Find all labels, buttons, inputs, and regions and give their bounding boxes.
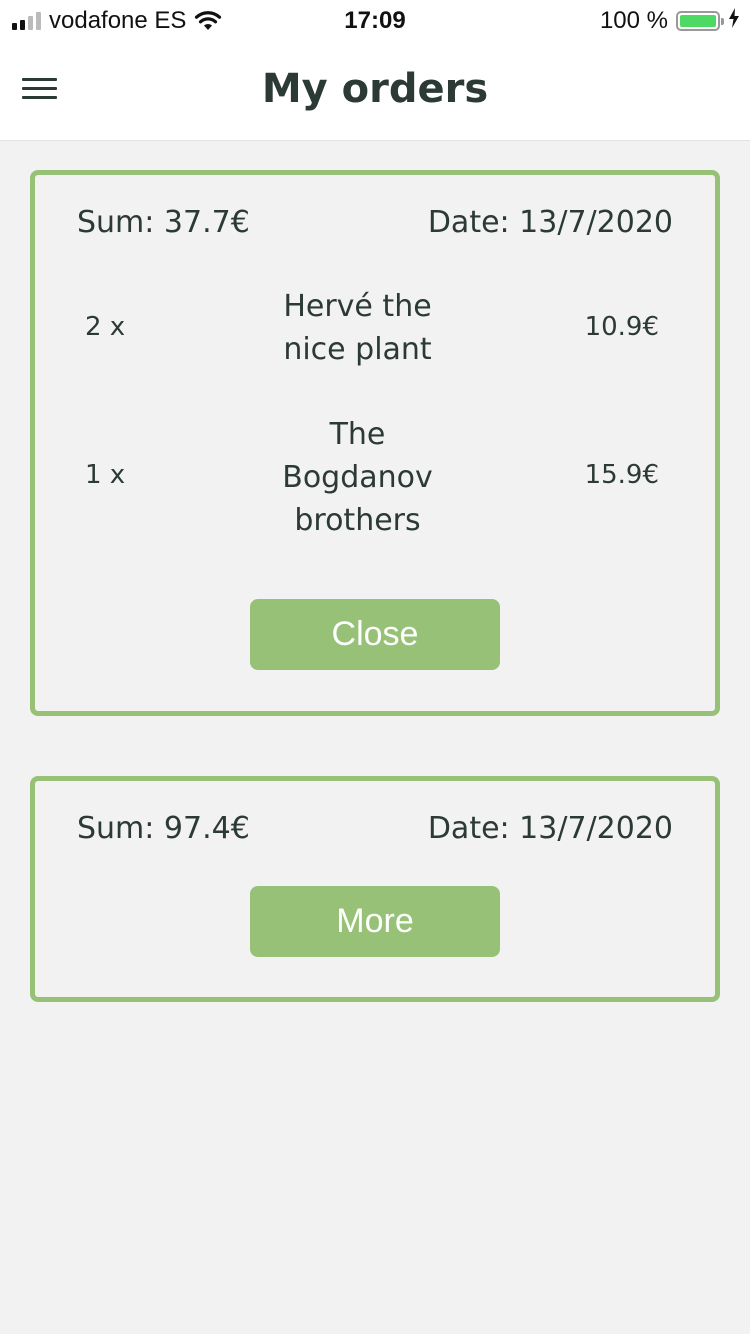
order-card: Sum: 37.7€ Date: 13/7/2020 2 x Hervé the… <box>30 170 720 716</box>
app-header: My orders <box>0 40 750 141</box>
order-date: Date: 13/7/2020 <box>427 811 673 846</box>
order-sum: Sum: 37.7€ <box>77 205 250 240</box>
page-title: My orders <box>261 66 489 112</box>
order-item: 2 x Hervé the nice plant 10.9€ <box>35 285 715 375</box>
status-bar: vodafone ES 17:09 100 % <box>0 0 750 40</box>
item-price: 15.9€ <box>584 460 659 490</box>
battery-percentage: 100 % <box>599 7 668 34</box>
charging-icon <box>728 7 740 35</box>
item-quantity: 1 x <box>85 460 126 490</box>
battery-icon <box>676 11 724 31</box>
order-summary: Sum: 97.4€ Date: 13/7/2020 <box>77 811 673 851</box>
status-right: 100 % <box>600 7 740 35</box>
more-button[interactable]: More <box>250 886 500 957</box>
order-card: Sum: 97.4€ Date: 13/7/2020 More <box>30 776 720 1002</box>
item-name: The Bogdanov brothers <box>282 417 433 538</box>
close-button[interactable]: Close <box>250 599 500 670</box>
order-item: 1 x The Bogdanov brothers 15.9€ <box>35 413 715 543</box>
item-price: 10.9€ <box>584 312 659 342</box>
order-summary: Sum: 37.7€ Date: 13/7/2020 <box>77 205 673 245</box>
order-sum: Sum: 97.4€ <box>77 811 250 846</box>
item-name: Hervé the nice plant <box>283 289 432 367</box>
item-quantity: 2 x <box>85 312 126 342</box>
order-date: Date: 13/7/2020 <box>427 205 673 240</box>
